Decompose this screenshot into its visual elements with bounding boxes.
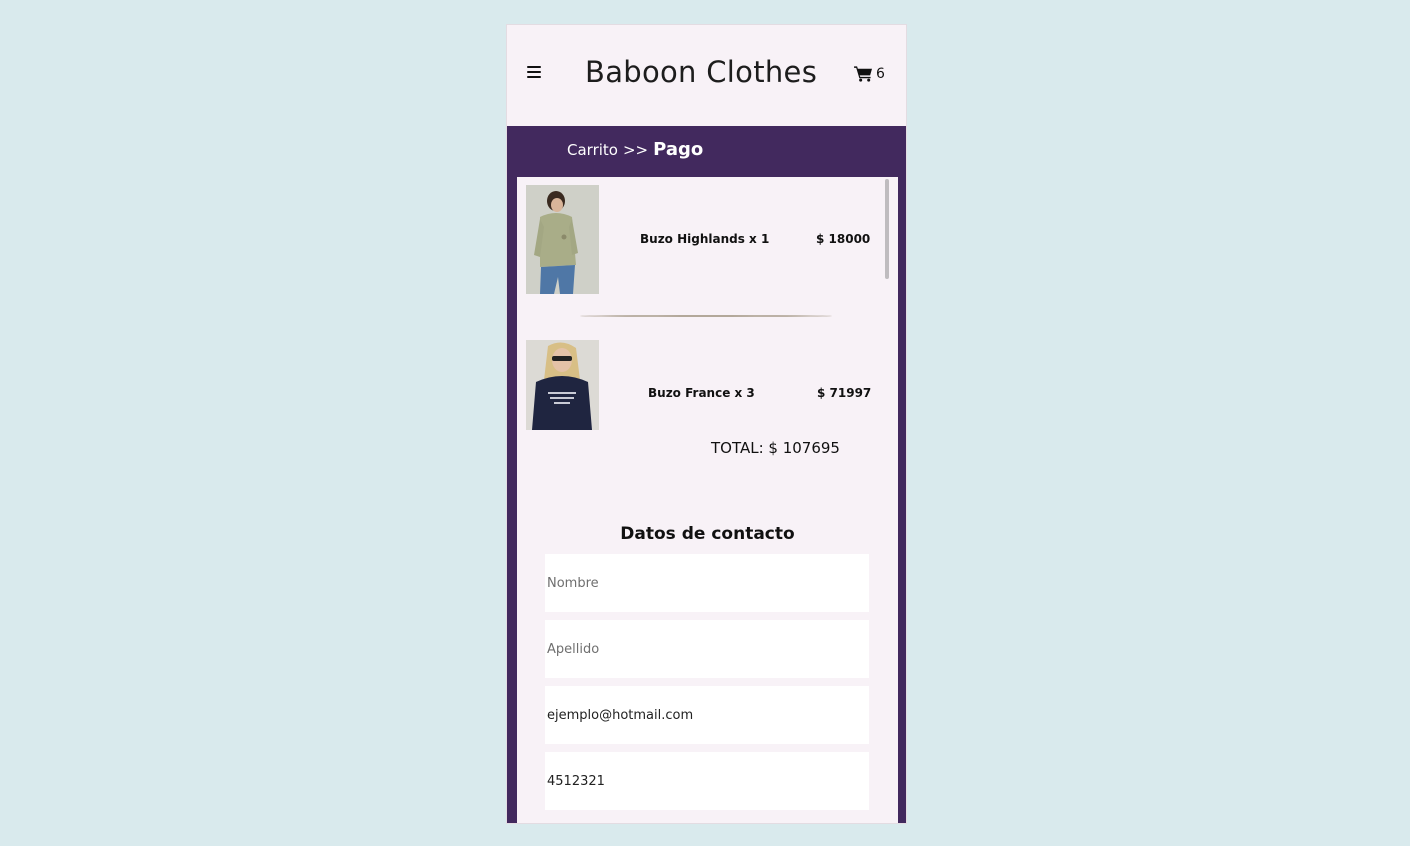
item-divider: [580, 315, 832, 317]
item-name: Buzo France x 3: [648, 386, 755, 400]
email-field[interactable]: [545, 686, 869, 744]
app-window: Baboon Clothes 6 Carrito >> Pago Buzo Hi…: [506, 24, 907, 824]
breadcrumb-cart-link[interactable]: Carrito: [567, 141, 618, 159]
breadcrumb-separator: >>: [622, 141, 649, 159]
last-name-field[interactable]: [545, 620, 869, 678]
product-image-highlands: [526, 185, 599, 294]
breadcrumb: Carrito >> Pago: [567, 139, 703, 160]
cart-total: TOTAL: $ 107695: [711, 439, 840, 457]
checkout-section: Carrito >> Pago Buzo Highlands x 1 $ 180…: [507, 126, 906, 823]
first-name-field[interactable]: [545, 554, 869, 612]
hamburger-menu-icon[interactable]: [527, 66, 541, 80]
contact-section-title: Datos de contacto: [620, 524, 795, 544]
breadcrumb-current: Pago: [653, 139, 704, 160]
shopping-cart-icon: [854, 66, 872, 82]
item-price: $ 18000: [816, 232, 871, 246]
cart-count-badge: 6: [876, 65, 885, 82]
item-name: Buzo Highlands x 1: [640, 232, 770, 246]
cart-summary-panel: Buzo Highlands x 1 $ 18000 Buzo France x…: [517, 177, 898, 823]
item-price: $ 71997: [817, 386, 872, 400]
scrollbar-thumb[interactable]: [885, 179, 889, 279]
phone-field[interactable]: [545, 752, 869, 810]
cart-item: Buzo France x 3 $ 71997: [526, 340, 876, 432]
header: Baboon Clothes 6: [507, 25, 906, 126]
cart-item: Buzo Highlands x 1 $ 18000: [526, 185, 876, 295]
cart-button[interactable]: 6: [854, 65, 885, 82]
product-image-france: [526, 340, 599, 430]
brand-title: Baboon Clothes: [585, 55, 818, 89]
